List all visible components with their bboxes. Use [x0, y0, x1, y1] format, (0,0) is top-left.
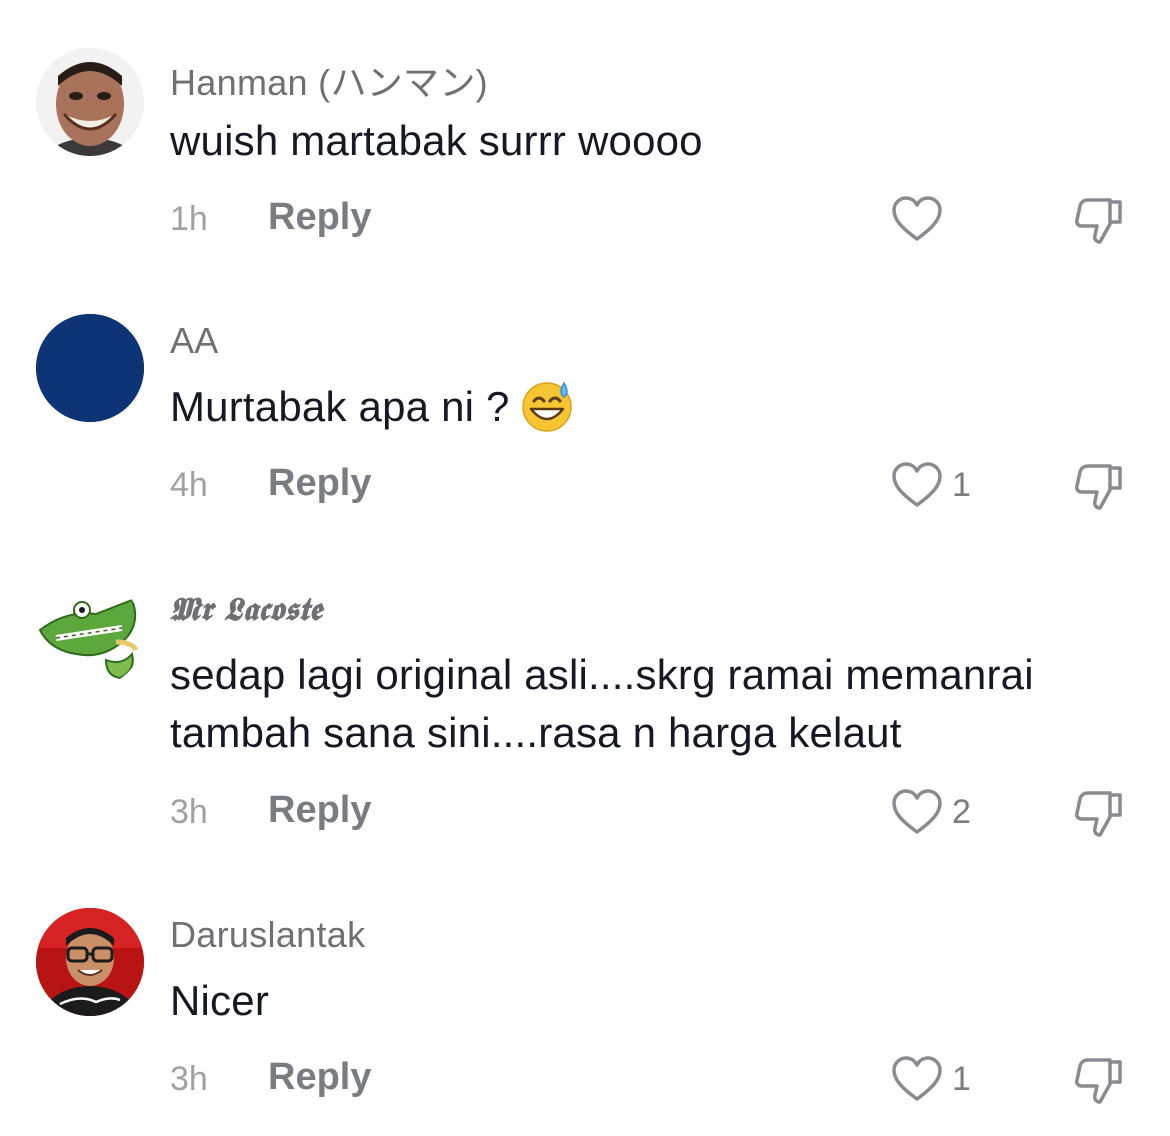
- like-count: 2: [952, 792, 971, 831]
- comment-timestamp: 3h: [170, 793, 208, 831]
- comment-actions: 1h Reply: [170, 194, 1150, 244]
- like-count: 1: [952, 465, 971, 504]
- like-count: 1: [952, 1059, 971, 1098]
- reply-button[interactable]: Reply: [268, 462, 371, 505]
- thumbs-down-outline-icon: [1075, 1058, 1122, 1104]
- thumbs-down-outline-icon: [1075, 464, 1122, 510]
- avatar[interactable]: [36, 580, 144, 688]
- dislike-button[interactable]: [1070, 460, 1126, 512]
- comment-actions: 3h Reply 1: [170, 1054, 1150, 1104]
- avatar-face-image: [36, 48, 144, 156]
- comment-username[interactable]: 𝕸𝖗 𝕷𝖆𝖈𝖔𝖘𝖙𝖊: [170, 590, 322, 629]
- comment-text-content: Murtabak apa ni ?: [170, 383, 510, 430]
- like-button[interactable]: 1: [890, 1054, 971, 1104]
- comment-username[interactable]: Hanman (ハンマン): [170, 54, 488, 106]
- comment-timestamp: 1h: [170, 200, 208, 238]
- like-button[interactable]: 2: [890, 787, 971, 837]
- dislike-button[interactable]: [1070, 194, 1126, 246]
- heart-outline-icon: [892, 462, 942, 507]
- comment-timestamp: 4h: [170, 466, 208, 504]
- avatar-solid-image: [36, 314, 144, 422]
- heart-outline-icon: [892, 789, 942, 834]
- avatar[interactable]: [36, 48, 144, 156]
- comment-timestamp: 3h: [170, 1060, 208, 1098]
- grinning-sweat-emoji: [521, 381, 572, 432]
- reply-button[interactable]: Reply: [268, 196, 371, 239]
- reply-button[interactable]: Reply: [268, 789, 371, 832]
- comment-username[interactable]: AA: [170, 320, 219, 362]
- comment-text: sedap lagi original asli....skrg ramai m…: [170, 646, 1140, 762]
- avatar-daruslantak-image: [36, 908, 144, 1016]
- comment-text: wuish martabak surrr woooo: [170, 117, 703, 164]
- avatar-crocodile-image: [36, 580, 144, 688]
- thumbs-down-outline-icon: [1075, 791, 1122, 837]
- comment-actions: 3h Reply 2: [170, 787, 1150, 837]
- comment-text: Nicer: [170, 977, 270, 1024]
- comment-actions: 4h Reply 1: [170, 460, 1150, 510]
- reply-button[interactable]: Reply: [268, 1056, 371, 1099]
- avatar[interactable]: [36, 314, 144, 422]
- thumbs-down-outline-icon: [1075, 198, 1122, 244]
- comment-text-line: tambah sana sini....rasa n harga kelaut: [170, 709, 902, 756]
- like-button[interactable]: 1: [890, 460, 971, 510]
- heart-outline-icon: [892, 1056, 942, 1101]
- comment-username[interactable]: Daruslantak: [170, 914, 365, 956]
- avatar[interactable]: [36, 908, 144, 1016]
- comment-text: Murtabak apa ni ?: [170, 378, 1140, 436]
- like-button[interactable]: [890, 194, 952, 244]
- dislike-button[interactable]: [1070, 1054, 1126, 1106]
- dislike-button[interactable]: [1070, 787, 1126, 839]
- heart-outline-icon: [892, 196, 942, 241]
- comment-text-line: sedap lagi original asli....skrg ramai m…: [170, 651, 1034, 698]
